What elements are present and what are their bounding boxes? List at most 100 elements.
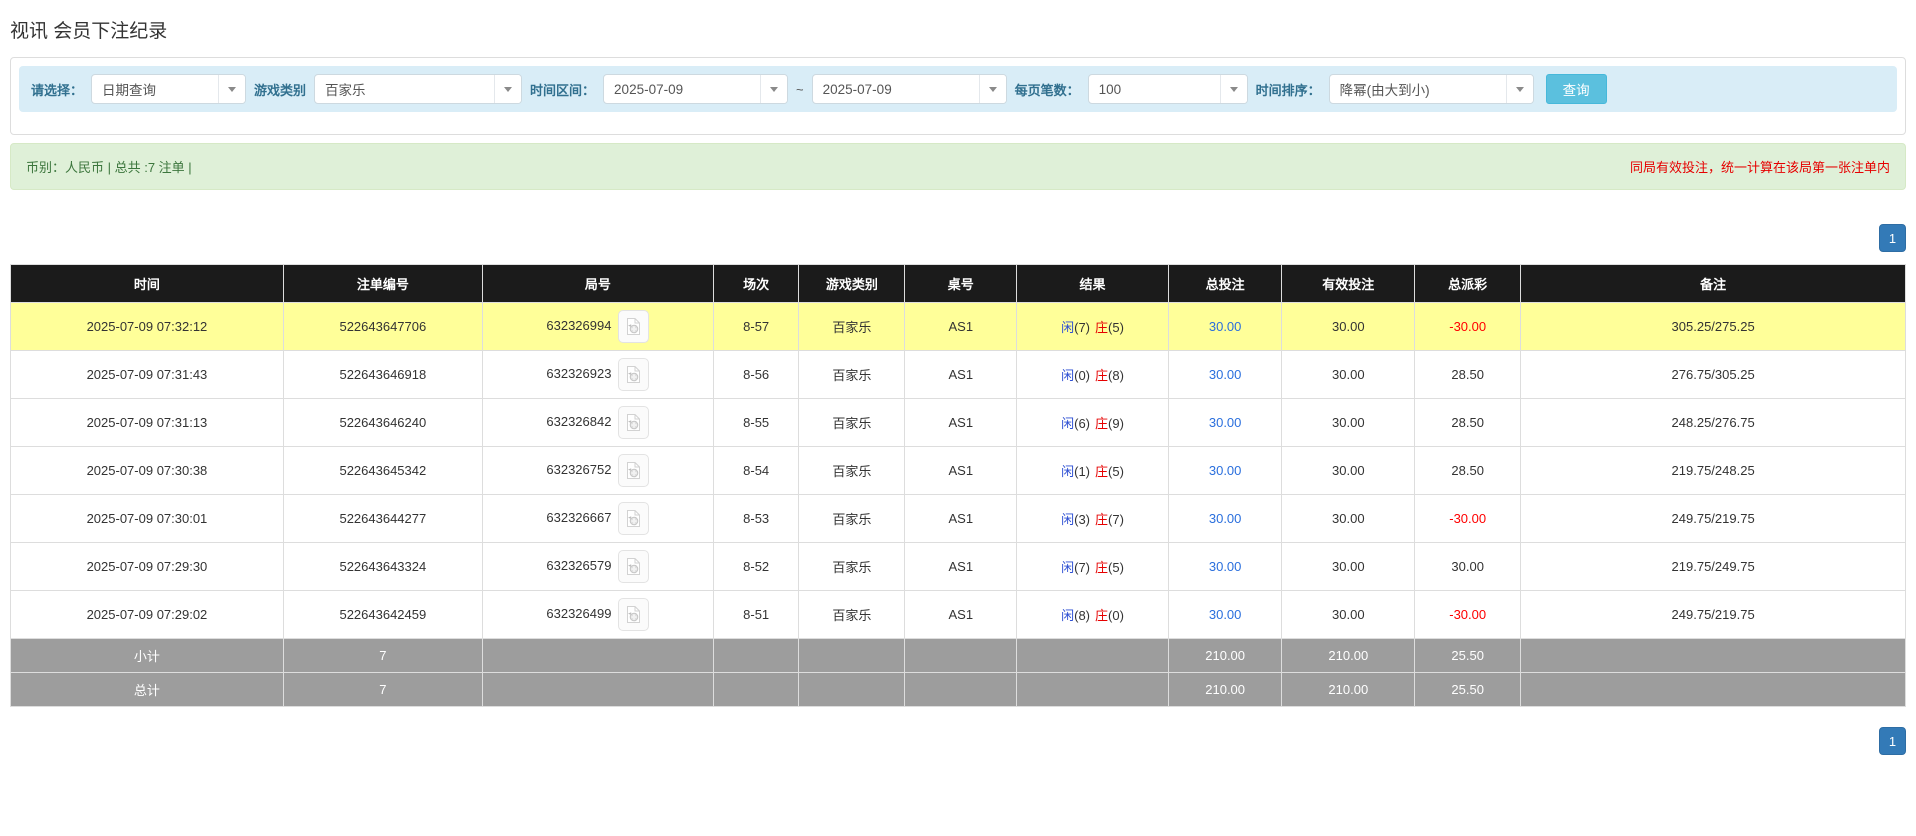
result-banker-label: 庄 bbox=[1095, 512, 1109, 527]
cell-session: 8-51 bbox=[713, 590, 800, 639]
select-type-dropdown[interactable]: 日期查询 bbox=[91, 74, 247, 104]
cell-payout: 28.50 bbox=[1414, 398, 1522, 447]
column-header: 注单编号 bbox=[282, 264, 483, 303]
cell-bet-id: 522643644277 bbox=[282, 494, 483, 543]
total-bet-link[interactable]: 30.00 bbox=[1209, 607, 1242, 622]
cell-round-id: 632326499 bbox=[481, 590, 715, 639]
page-1-button[interactable]: 1 bbox=[1879, 727, 1906, 755]
cell-round-id: 632326923 bbox=[481, 350, 715, 399]
date-from-dropdown[interactable]: 2025-07-09 bbox=[603, 74, 789, 104]
cell-result: 闲(0) 庄(8) bbox=[1016, 350, 1169, 399]
table-row: 2025-07-09 07:30:38 522643645342 6323267… bbox=[10, 446, 1906, 495]
video-replay-button[interactable] bbox=[618, 598, 650, 631]
chevron-down-icon bbox=[978, 75, 1006, 103]
result-banker-score: (0) bbox=[1108, 608, 1124, 623]
page-1-button[interactable]: 1 bbox=[1879, 224, 1906, 252]
time-sort-dropdown[interactable]: 降幂(由大到小) bbox=[1328, 74, 1534, 104]
total-bet-link[interactable]: 30.00 bbox=[1209, 367, 1242, 382]
result-player-score: (7) bbox=[1074, 560, 1090, 575]
column-header: 有效投注 bbox=[1281, 264, 1416, 303]
video-replay-button[interactable] bbox=[618, 454, 650, 487]
page-size-value: 100 bbox=[1098, 81, 1122, 97]
cell-payout: -30.00 bbox=[1414, 494, 1522, 543]
result-banker-label: 庄 bbox=[1095, 320, 1109, 335]
date-to-dropdown[interactable]: 2025-07-09 bbox=[811, 74, 1007, 104]
cell-round-id: 632326667 bbox=[481, 494, 715, 543]
cell-session: 8-57 bbox=[713, 302, 800, 351]
pagination-bottom: 1 bbox=[10, 727, 1906, 755]
total-bet-link[interactable]: 30.00 bbox=[1209, 559, 1242, 574]
result-banker-score: (7) bbox=[1108, 512, 1124, 527]
subtotal-count: 7 bbox=[282, 638, 483, 673]
total-bet-link[interactable]: 30.00 bbox=[1209, 463, 1242, 478]
video-icon bbox=[627, 510, 641, 527]
total-bet-link[interactable]: 30.00 bbox=[1209, 511, 1242, 526]
result-banker-label: 庄 bbox=[1095, 416, 1109, 431]
cell-valid-bet: 30.00 bbox=[1281, 446, 1416, 495]
cell-payout: -30.00 bbox=[1414, 590, 1522, 639]
result-player-score: (7) bbox=[1074, 320, 1090, 335]
cell-bet-id: 522643642459 bbox=[282, 590, 483, 639]
video-replay-button[interactable] bbox=[618, 358, 650, 391]
cell-session: 8-56 bbox=[713, 350, 800, 399]
cell-time: 2025-07-09 07:31:13 bbox=[10, 398, 284, 447]
select-type-label: 请选择： bbox=[31, 82, 84, 98]
bet-records-table: 时间 注单编号 局号 场次 游戏类别 桌号 结果 总投注 有效投注 总派彩 备注 2025-07-0… bbox=[10, 264, 1906, 707]
cell-total-bet: 30.00 bbox=[1167, 398, 1283, 447]
video-icon bbox=[627, 414, 641, 431]
total-valid-bet: 210.00 bbox=[1281, 672, 1416, 707]
result-banker-score: (5) bbox=[1108, 560, 1124, 575]
result-player-score: (6) bbox=[1074, 416, 1090, 431]
page-title: 视讯 会员下注纪录 bbox=[10, 21, 168, 42]
page: 视讯 会员下注纪录 请选择： 日期查询 游戏类别 百家乐 时间区间： 2025-… bbox=[0, 0, 1916, 836]
time-sort-value: 降幂(由大到小) bbox=[1339, 83, 1430, 98]
result-banker-score: (5) bbox=[1108, 464, 1124, 479]
column-header: 时间 bbox=[10, 264, 284, 303]
cell-result: 闲(8) 庄(0) bbox=[1016, 590, 1169, 639]
filter-panel: 请选择： 日期查询 游戏类别 百家乐 时间区间： 2025-07-09 ~ 20… bbox=[10, 57, 1906, 135]
result-player-label: 闲 bbox=[1061, 320, 1075, 335]
column-header: 游戏类别 bbox=[798, 264, 906, 303]
game-type-value: 百家乐 bbox=[325, 83, 366, 98]
cell-bet-id: 522643646240 bbox=[282, 398, 483, 447]
cell-result: 闲(6) 庄(9) bbox=[1016, 398, 1169, 447]
cell-result: 闲(7) 庄(5) bbox=[1016, 542, 1169, 591]
cell-remark: 276.75/305.25 bbox=[1520, 350, 1906, 399]
cell-time: 2025-07-09 07:29:02 bbox=[10, 590, 284, 639]
cell-remark: 219.75/248.25 bbox=[1520, 446, 1906, 495]
time-range-label: 时间区间： bbox=[530, 82, 596, 98]
total-bet-link[interactable]: 30.00 bbox=[1209, 415, 1242, 430]
cell-remark: 219.75/249.75 bbox=[1520, 542, 1906, 591]
total-bet-link[interactable]: 30.00 bbox=[1209, 319, 1242, 334]
total-count: 7 bbox=[282, 672, 483, 707]
result-player-label: 闲 bbox=[1061, 608, 1075, 623]
cell-total-bet: 30.00 bbox=[1167, 542, 1283, 591]
time-sort-label: 时间排序： bbox=[1255, 82, 1321, 98]
chevron-down-icon bbox=[760, 75, 788, 103]
video-replay-button[interactable] bbox=[618, 502, 650, 535]
video-replay-button[interactable] bbox=[618, 550, 650, 583]
cell-remark: 249.75/219.75 bbox=[1520, 590, 1906, 639]
cell-bet-id: 522643645342 bbox=[282, 446, 483, 495]
chevron-down-icon bbox=[1505, 75, 1533, 103]
game-type-dropdown[interactable]: 百家乐 bbox=[314, 74, 523, 104]
result-player-score: (3) bbox=[1074, 512, 1090, 527]
cell-game-type: 百家乐 bbox=[798, 542, 906, 591]
video-replay-button[interactable] bbox=[618, 406, 650, 439]
result-banker-label: 庄 bbox=[1095, 608, 1109, 623]
total-payout: 25.50 bbox=[1414, 672, 1522, 707]
table-row: 2025-07-09 07:32:12 522643647706 6323269… bbox=[10, 302, 1906, 351]
result-banker-label: 庄 bbox=[1095, 464, 1109, 479]
summary-bar: 币别：人民币 | 总共 :7 注单 | 同局有效投注，统一计算在该局第一张注单内 bbox=[10, 143, 1906, 190]
video-replay-button[interactable] bbox=[618, 310, 650, 343]
valid-bet-notice-text: 同局有效投注，统一计算在该局第一张注单内 bbox=[1629, 160, 1890, 175]
page-size-dropdown[interactable]: 100 bbox=[1087, 74, 1248, 104]
search-button[interactable]: 查询 bbox=[1545, 74, 1607, 104]
cell-remark: 305.25/275.25 bbox=[1520, 302, 1906, 351]
result-player-label: 闲 bbox=[1061, 464, 1075, 479]
cell-table-no: AS1 bbox=[904, 446, 1018, 495]
cell-valid-bet: 30.00 bbox=[1281, 398, 1416, 447]
cell-result: 闲(7) 庄(5) bbox=[1016, 302, 1169, 351]
cell-bet-id: 522643647706 bbox=[282, 302, 483, 351]
column-header: 总投注 bbox=[1167, 264, 1283, 303]
